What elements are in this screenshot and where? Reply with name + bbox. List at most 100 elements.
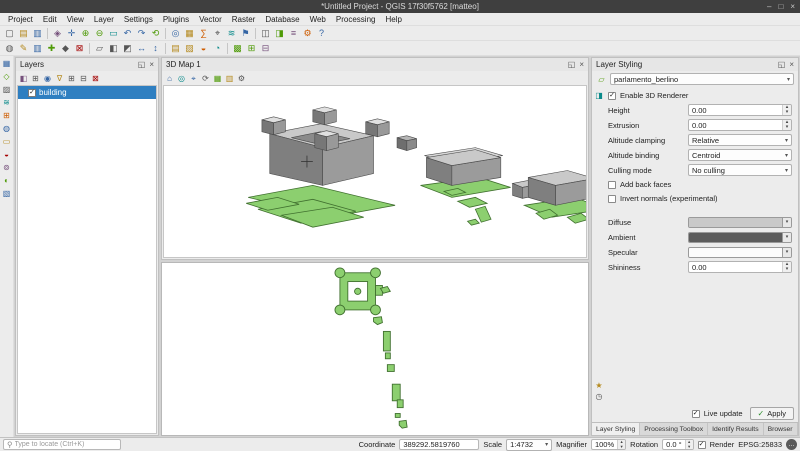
chevron-down-icon[interactable]: ▾ — [782, 218, 791, 227]
field-calculator-icon[interactable]: ∑ — [197, 27, 210, 40]
help-icon[interactable]: ? — [315, 27, 328, 40]
coordinate-box[interactable] — [399, 439, 479, 450]
zoom-in-icon[interactable]: ⊕ — [79, 27, 92, 40]
attribute-table-icon[interactable]: ▦ — [183, 27, 196, 40]
diffuse-color-button[interactable]: ▾ — [688, 217, 792, 228]
new-3d-map-view-icon[interactable]: ◨ — [273, 27, 286, 40]
zoom-next-icon[interactable]: ↷ — [135, 27, 148, 40]
altitude-clamping-select[interactable]: Relative ▾ — [688, 134, 792, 146]
float-panel-icon[interactable]: ◱ — [138, 60, 146, 69]
add-group-icon[interactable]: ⊞ — [30, 73, 41, 84]
animations-icon[interactable]: ⟳ — [200, 73, 211, 84]
spin-down-icon[interactable]: ▾ — [783, 125, 791, 130]
menu-help[interactable]: Help — [380, 15, 406, 24]
spin-down-icon[interactable]: ▾ — [783, 267, 791, 272]
altitude-binding-select[interactable]: Centroid ▾ — [688, 149, 792, 161]
current-edits-icon[interactable]: ◍ — [3, 42, 16, 55]
layout-manager-icon[interactable]: ≡ — [287, 27, 300, 40]
zoom-out-icon[interactable]: ⊖ — [93, 27, 106, 40]
new-map-view-icon[interactable]: ◫ — [259, 27, 272, 40]
render-row[interactable]: ✓ Render — [698, 439, 735, 450]
spin-down-icon[interactable]: ▾ — [686, 445, 693, 450]
specular-color-button[interactable]: ▾ — [688, 247, 792, 258]
manage-map-themes-icon[interactable]: ◉ — [42, 73, 53, 84]
message-log-icon[interactable]: … — [786, 439, 797, 450]
menu-project[interactable]: Project — [3, 15, 38, 24]
enable-3d-checkbox[interactable]: ✓ — [608, 92, 616, 100]
datasource-manager-icon[interactable]: ▦ — [1, 58, 12, 69]
map-canvas[interactable] — [161, 262, 589, 436]
add-wms-layer-icon[interactable]: ◐ — [1, 175, 12, 186]
toggle-editing-icon[interactable]: ✎ — [17, 42, 30, 55]
open-layer-styling-icon[interactable]: ◧ — [18, 73, 29, 84]
rotation-spinner[interactable]: 0.0 ° ▴▾ — [662, 439, 694, 450]
camera-control-icon[interactable]: ⌂ — [164, 73, 175, 84]
save-image-icon[interactable]: ▥ — [224, 73, 235, 84]
zoom-last-icon[interactable]: ↶ — [121, 27, 134, 40]
pinned-labels-icon[interactable]: ◔ — [211, 42, 224, 55]
menu-raster[interactable]: Raster — [227, 15, 261, 24]
extrusion-spinner[interactable]: 0.00 ▴▾ — [688, 119, 792, 131]
open-project-icon[interactable]: ▤ — [17, 27, 30, 40]
add-back-faces-row[interactable]: Add back faces — [608, 179, 792, 190]
layer-diagram-options-icon[interactable]: ◒ — [197, 42, 210, 55]
spin-down-icon[interactable]: ▾ — [618, 445, 625, 450]
bookmarks-icon[interactable]: ⚑ — [239, 27, 252, 40]
layer-labeling-options-icon[interactable]: ▨ — [183, 42, 196, 55]
menu-edit[interactable]: Edit — [38, 15, 62, 24]
layers-tree[interactable]: ✓ building — [17, 85, 157, 434]
menu-vector[interactable]: Vector — [194, 15, 227, 24]
undo-icon[interactable]: ↔ — [135, 42, 148, 55]
new-geopackage-layer-icon[interactable]: ⊞ — [245, 42, 258, 55]
shininess-spinner[interactable]: 0.00 ▴▾ — [688, 261, 792, 273]
redo-icon[interactable]: ↕ — [149, 42, 162, 55]
close-panel-icon[interactable]: × — [579, 60, 584, 69]
styling-layer-select[interactable]: parlamento_berlino ▾ — [610, 73, 794, 85]
save-edits-icon[interactable]: ▥ — [31, 42, 44, 55]
maximize-icon[interactable]: □ — [778, 2, 783, 11]
remove-layer-icon[interactable]: ⊠ — [90, 73, 101, 84]
live-update-checkbox[interactable]: ✓ — [692, 410, 700, 418]
cut-features-icon[interactable]: ▱ — [93, 42, 106, 55]
invert-normals-checkbox[interactable] — [608, 195, 616, 203]
float-panel-icon[interactable]: ◱ — [778, 60, 786, 69]
add-mesh-layer-icon[interactable]: ≋ — [1, 97, 12, 108]
height-spinner[interactable]: 0.00 ▴▾ — [688, 104, 792, 116]
chevron-down-icon[interactable]: ▾ — [782, 248, 791, 257]
locate-box[interactable]: ⚲ — [3, 439, 121, 450]
menu-database[interactable]: Database — [260, 15, 304, 24]
history-icon[interactable]: ◷ — [594, 391, 605, 402]
invert-normals-row[interactable]: Invert normals (experimental) — [608, 193, 792, 204]
tab-3d-view-icon[interactable]: ◨ — [594, 90, 605, 101]
add-raster-layer-icon[interactable]: ▨ — [1, 84, 12, 95]
labeling-icon[interactable]: ▤ — [169, 42, 182, 55]
measure-3d-icon[interactable]: ▦ — [212, 73, 223, 84]
vertex-tool-icon[interactable]: ◆ — [59, 42, 72, 55]
culling-mode-select[interactable]: No culling ▾ — [688, 164, 792, 176]
close-panel-icon[interactable]: × — [789, 60, 794, 69]
measure-icon[interactable]: ⌖ — [211, 27, 224, 40]
new-project-icon[interactable]: ▢ — [3, 27, 16, 40]
add-back-faces-checkbox[interactable] — [608, 181, 616, 189]
menu-layer[interactable]: Layer — [89, 15, 119, 24]
apply-button[interactable]: ✓ Apply — [750, 407, 794, 420]
chevron-down-icon[interactable]: ▾ — [782, 233, 791, 242]
add-wfs-layer-icon[interactable]: ▧ — [1, 188, 12, 199]
menu-settings[interactable]: Settings — [119, 15, 158, 24]
menu-processing[interactable]: Processing — [331, 15, 381, 24]
enable-3d-renderer-row[interactable]: ✓ Enable 3D Renderer — [608, 90, 792, 101]
paste-features-icon[interactable]: ◩ — [121, 42, 134, 55]
temporal-controller-icon[interactable]: ≋ — [225, 27, 238, 40]
zoom-full-3d-icon[interactable]: ◎ — [176, 73, 187, 84]
tab-layer-styling[interactable]: Layer Styling — [592, 423, 640, 435]
configure-3d-icon[interactable]: ⚙ — [236, 73, 247, 84]
refresh-map-icon[interactable]: ⟲ — [149, 27, 162, 40]
expand-all-icon[interactable]: ⊞ — [66, 73, 77, 84]
tab-browser[interactable]: Browser — [764, 423, 798, 435]
add-oracle-layer-icon[interactable]: ⊚ — [1, 162, 12, 173]
layer-item-building[interactable]: ✓ building — [18, 86, 156, 99]
scale-select[interactable]: 1:4732 ▾ — [506, 439, 552, 451]
minimize-icon[interactable]: – — [767, 2, 771, 11]
ambient-color-button[interactable]: ▾ — [688, 232, 792, 243]
new-virtual-layer-icon[interactable]: ⊟ — [259, 42, 272, 55]
